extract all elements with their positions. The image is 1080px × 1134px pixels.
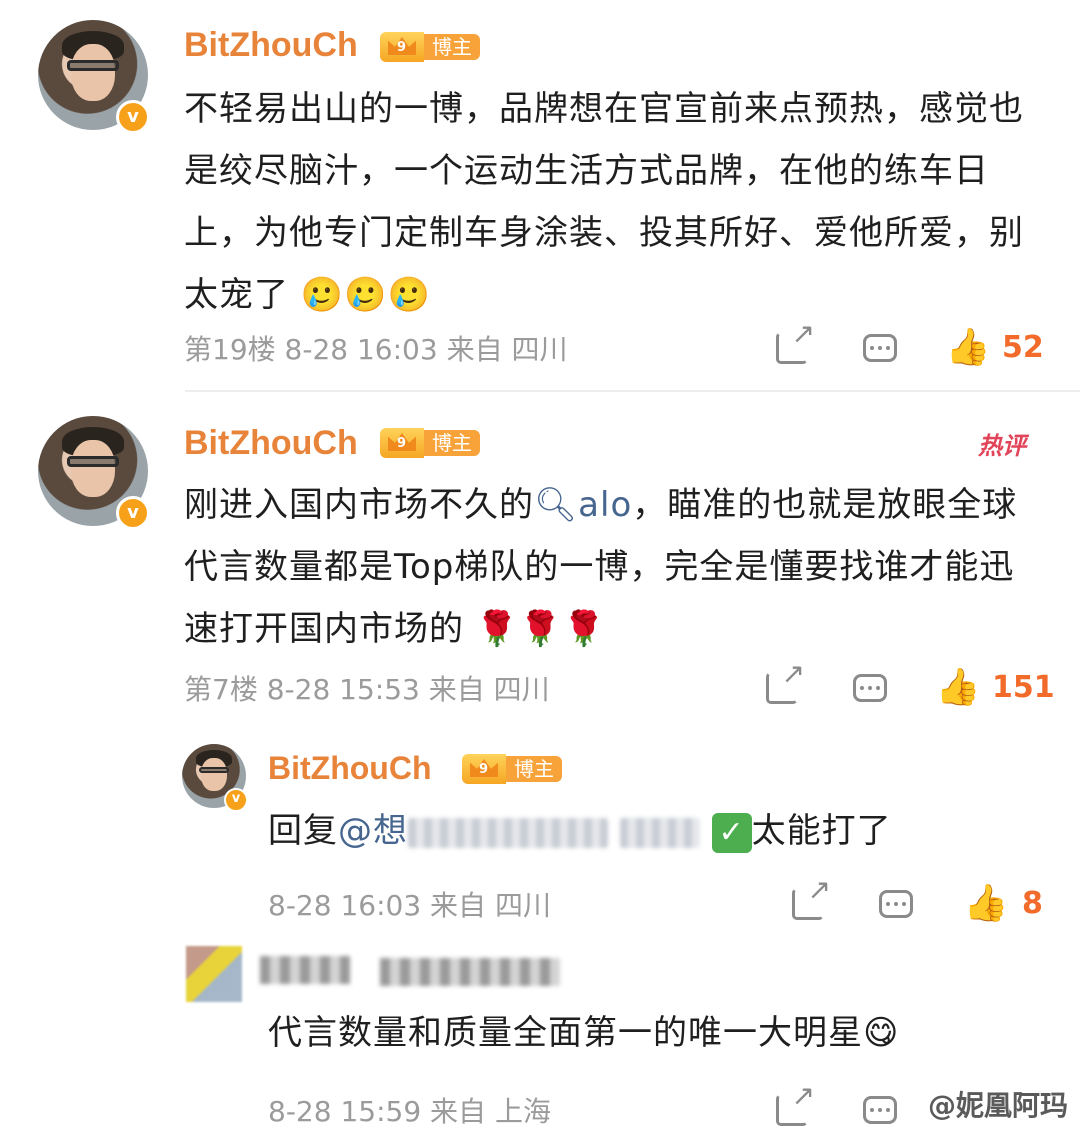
comment-item: v BitZhouCh 9 博主 热评 刚进入国内市场不久的🔍︎alo，瞄准的也… bbox=[0, 392, 1080, 722]
search-icon: 🔍︎ bbox=[534, 485, 579, 525]
crown-icon: 9 bbox=[462, 754, 506, 784]
check-emoji-icon: ✓ bbox=[711, 812, 752, 853]
comment-icon bbox=[863, 1096, 897, 1124]
like-count: 151 bbox=[992, 670, 1055, 705]
reply-meta: 8-28 16:03 来自 四川 bbox=[268, 889, 551, 922]
thumbs-up-icon: 👍 bbox=[963, 883, 1009, 924]
watermark: @妮凰阿玛 bbox=[927, 1089, 1068, 1122]
comment-button[interactable] bbox=[858, 330, 902, 366]
verified-v-icon: v bbox=[116, 100, 150, 134]
comment-button[interactable] bbox=[848, 670, 892, 706]
username[interactable]: BitZhouCh bbox=[184, 26, 358, 65]
like-button[interactable]: 👍 bbox=[945, 326, 991, 370]
thumbs-up-icon: 👍 bbox=[935, 667, 981, 708]
emoji: 😋 bbox=[863, 1013, 900, 1053]
blogger-badge: 9 博主 bbox=[380, 32, 480, 62]
comment-meta: 第7楼 8-28 15:53 来自 四川 bbox=[184, 673, 550, 706]
blurred-username bbox=[260, 956, 350, 984]
blurred-username bbox=[380, 958, 560, 986]
avatar[interactable] bbox=[186, 946, 242, 1002]
share-icon bbox=[776, 317, 815, 364]
search-link[interactable]: 🔍︎alo bbox=[534, 485, 632, 525]
blogger-badge: 9 博主 bbox=[462, 754, 562, 784]
share-icon bbox=[776, 1079, 815, 1126]
emoji: 🌹🌹🌹 bbox=[475, 609, 606, 649]
like-button[interactable]: 👍 bbox=[935, 666, 981, 710]
comment-button[interactable] bbox=[858, 1092, 902, 1128]
comment-icon bbox=[879, 890, 913, 918]
comment-button[interactable] bbox=[874, 886, 918, 922]
avatar[interactable]: v bbox=[38, 20, 150, 134]
blogger-badge: 9 博主 bbox=[380, 428, 480, 458]
like-count: 52 bbox=[1002, 330, 1044, 365]
reply-text: 代言数量和质量全面第一的唯一大明星😋 bbox=[268, 1013, 900, 1053]
verified-v-icon: v bbox=[224, 788, 248, 812]
reply-meta: 8-28 15:59 来自 上海 bbox=[268, 1095, 551, 1128]
mention-link[interactable]: @想 bbox=[338, 811, 408, 851]
share-button[interactable] bbox=[770, 317, 815, 368]
comment-meta: 第19楼 8-28 16:03 来自 四川 bbox=[184, 333, 568, 366]
reply-item: v BitZhouCh 9 博主 回复@想 ✓ 太能打了 8-28 16:03 来… bbox=[0, 730, 1080, 940]
username[interactable]: BitZhouCh bbox=[184, 424, 358, 463]
reply-item: 代言数量和质量全面第一的唯一大明星😋 8-28 15:59 来自 上海 bbox=[0, 940, 1080, 1134]
like-count: 8 bbox=[1022, 886, 1043, 921]
crown-icon: 9 bbox=[380, 428, 424, 458]
blurred-username bbox=[619, 817, 700, 848]
avatar[interactable]: v bbox=[182, 744, 248, 812]
blurred-username bbox=[408, 817, 608, 848]
comment-icon bbox=[863, 334, 897, 362]
comment-text: 刚进入国内市场不久的🔍︎alo，瞄准的也就是放眼全球代言数量都是Top梯队的一博… bbox=[184, 485, 1018, 649]
share-button[interactable] bbox=[770, 1079, 815, 1130]
username[interactable]: BitZhouCh bbox=[268, 750, 432, 787]
avatar[interactable]: v bbox=[38, 416, 150, 530]
share-button[interactable] bbox=[786, 873, 831, 924]
comment-text: 不轻易出山的一博，品牌想在官宣前来点预热，感觉也是绞尽脑汁，一个运动生活方式品牌… bbox=[184, 89, 1024, 315]
reply-text: 回复@想 ✓ 太能打了 bbox=[268, 811, 892, 853]
comment-item: v BitZhouCh 9 博主 不轻易出山的一博，品牌想在官宣前来点预热，感觉… bbox=[0, 0, 1080, 390]
share-icon bbox=[792, 873, 831, 920]
like-button[interactable]: 👍 bbox=[963, 882, 1009, 926]
thumbs-up-icon: 👍 bbox=[945, 327, 991, 368]
share-button[interactable] bbox=[760, 657, 805, 708]
crown-icon: 9 bbox=[380, 32, 424, 62]
emoji: 🥲🥲🥲 bbox=[300, 275, 431, 315]
hot-comment-badge: 热评 bbox=[978, 432, 1026, 460]
share-icon bbox=[766, 657, 805, 704]
verified-v-icon: v bbox=[116, 496, 150, 530]
comment-icon bbox=[853, 674, 887, 702]
